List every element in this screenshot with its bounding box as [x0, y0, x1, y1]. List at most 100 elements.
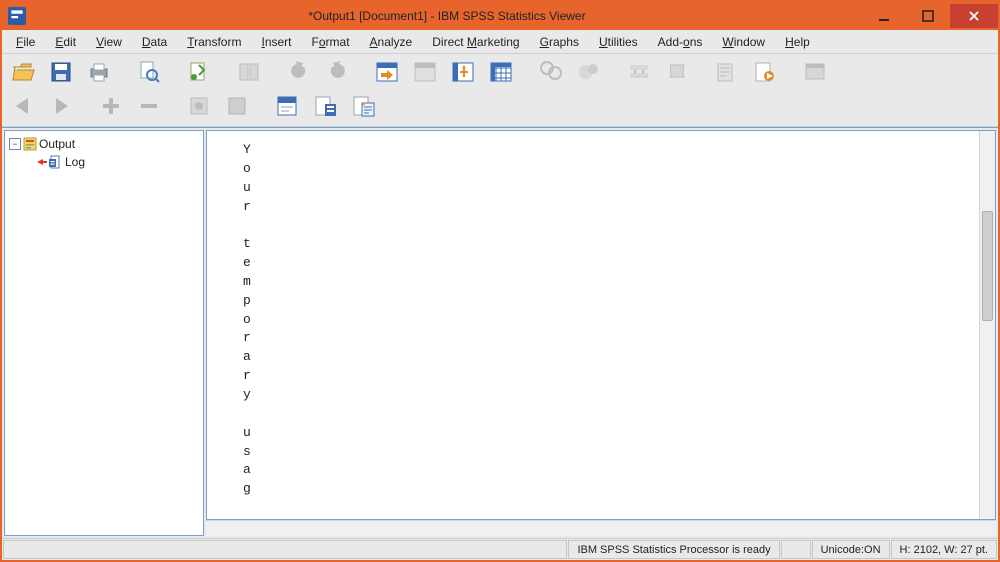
tree-node-output[interactable]: − Output [9, 135, 199, 153]
log-char: e [243, 254, 251, 273]
recall-dialog-icon[interactable] [232, 56, 266, 88]
goto-data-icon[interactable] [370, 56, 404, 88]
tree-node-label: Output [39, 137, 75, 151]
run-script-icon[interactable] [748, 56, 782, 88]
app-window: *Output1 [Document1] - IBM SPSS Statisti… [0, 0, 1000, 562]
tree-node-log[interactable]: Log [9, 153, 199, 171]
maximize-button[interactable] [906, 4, 950, 28]
outline-pane[interactable]: − Output Log [4, 130, 204, 536]
log-char: a [243, 461, 251, 480]
toolbar-row-1 [6, 56, 994, 88]
log-char: r [243, 367, 251, 386]
log-char: r [243, 329, 251, 348]
split-file-icon[interactable] [622, 56, 656, 88]
scrollbar-track[interactable] [980, 131, 995, 519]
titlebar: *Output1 [Document1] - IBM SPSS Statisti… [2, 2, 998, 30]
select-cases-icon[interactable] [484, 56, 518, 88]
designate-window-icon[interactable] [798, 56, 832, 88]
log-char [243, 216, 251, 235]
log-char: Y [243, 141, 251, 160]
separator [120, 56, 128, 88]
menu-graphs[interactable]: Graphs [530, 30, 589, 53]
scrollbar-thumb[interactable] [982, 211, 993, 321]
menu-data[interactable]: Data [132, 30, 177, 53]
weight-cases-icon[interactable] [660, 56, 694, 88]
output-node-icon [23, 137, 37, 151]
print-icon[interactable] [82, 56, 116, 88]
toolbars [2, 54, 998, 127]
separator [358, 56, 366, 88]
toolbar-row-2 [6, 90, 994, 122]
separator [220, 56, 228, 88]
spss-app-icon [8, 7, 26, 25]
vertical-scrollbar[interactable] [979, 131, 995, 519]
minimize-button[interactable] [862, 4, 906, 28]
menu-direct-marketing[interactable]: Direct Marketing [422, 30, 529, 53]
statusbar: IBM SPSS Statistics Processor is ready U… [2, 538, 998, 560]
status-processor: IBM SPSS Statistics Processor is ready [568, 540, 779, 559]
log-char: t [243, 235, 251, 254]
open-icon[interactable] [6, 56, 40, 88]
forward-icon[interactable] [44, 90, 78, 122]
tree-node-label: Log [65, 155, 85, 169]
workspace: − Output Log Your temporary usag [2, 127, 998, 538]
hide-icon[interactable] [220, 90, 254, 122]
log-output-text: Your temporary usag [207, 131, 255, 519]
menu-window[interactable]: Window [712, 30, 775, 53]
menu-help[interactable]: Help [775, 30, 820, 53]
menu-analyze[interactable]: Analyze [360, 30, 423, 53]
back-icon[interactable] [6, 90, 40, 122]
output-viewer-pane[interactable]: Your temporary usag [206, 130, 996, 520]
log-char [243, 405, 251, 424]
expand-icon[interactable] [94, 90, 128, 122]
tree-pointer-icon [37, 157, 47, 167]
separator [786, 56, 794, 88]
separator [522, 56, 530, 88]
close-button[interactable] [950, 4, 998, 28]
output-blank [255, 131, 979, 519]
export-icon[interactable] [182, 56, 216, 88]
tree-collapse-icon[interactable]: − [9, 138, 21, 150]
log-char: o [243, 311, 251, 330]
compute-icon[interactable] [572, 56, 606, 88]
status-empty-cell [781, 540, 811, 559]
separator [698, 56, 706, 88]
insert-heading-icon[interactable] [270, 90, 304, 122]
menu-view[interactable]: View [86, 30, 132, 53]
menu-transform[interactable]: Transform [177, 30, 251, 53]
outline-tree: − Output Log [5, 131, 203, 175]
status-spacer [3, 540, 567, 559]
menu-file[interactable]: File [6, 30, 45, 53]
separator [170, 56, 178, 88]
main-pane-wrap: Your temporary usag [206, 130, 996, 536]
show-hidden-icon[interactable] [182, 90, 216, 122]
separator [82, 90, 90, 122]
value-labels-icon[interactable] [710, 56, 744, 88]
insert-text-icon[interactable] [346, 90, 380, 122]
undo-icon[interactable] [282, 56, 316, 88]
log-char: u [243, 424, 251, 443]
menu-format[interactable]: Format [302, 30, 360, 53]
menu-insert[interactable]: Insert [251, 30, 301, 53]
redo-icon[interactable] [320, 56, 354, 88]
save-icon[interactable] [44, 56, 78, 88]
status-dimensions: H: 2102, W: 27 pt. [891, 540, 997, 559]
separator [258, 90, 266, 122]
log-node-icon [49, 155, 63, 169]
collapse-icon[interactable] [132, 90, 166, 122]
goto-case-icon[interactable] [408, 56, 442, 88]
print-preview-icon[interactable] [132, 56, 166, 88]
log-char: m [243, 273, 251, 292]
status-unicode: Unicode:ON [812, 540, 890, 559]
insert-title-icon[interactable] [308, 90, 342, 122]
log-char: u [243, 179, 251, 198]
menu-utilities[interactable]: Utilities [589, 30, 648, 53]
menu-addons[interactable]: Add-ons [648, 30, 713, 53]
chart-builder-icon[interactable] [534, 56, 568, 88]
log-char: r [243, 198, 251, 217]
horizontal-scrollbar[interactable] [206, 520, 996, 536]
variables-icon[interactable] [446, 56, 480, 88]
menu-edit[interactable]: Edit [45, 30, 86, 53]
separator [270, 56, 278, 88]
window-controls [862, 4, 998, 28]
